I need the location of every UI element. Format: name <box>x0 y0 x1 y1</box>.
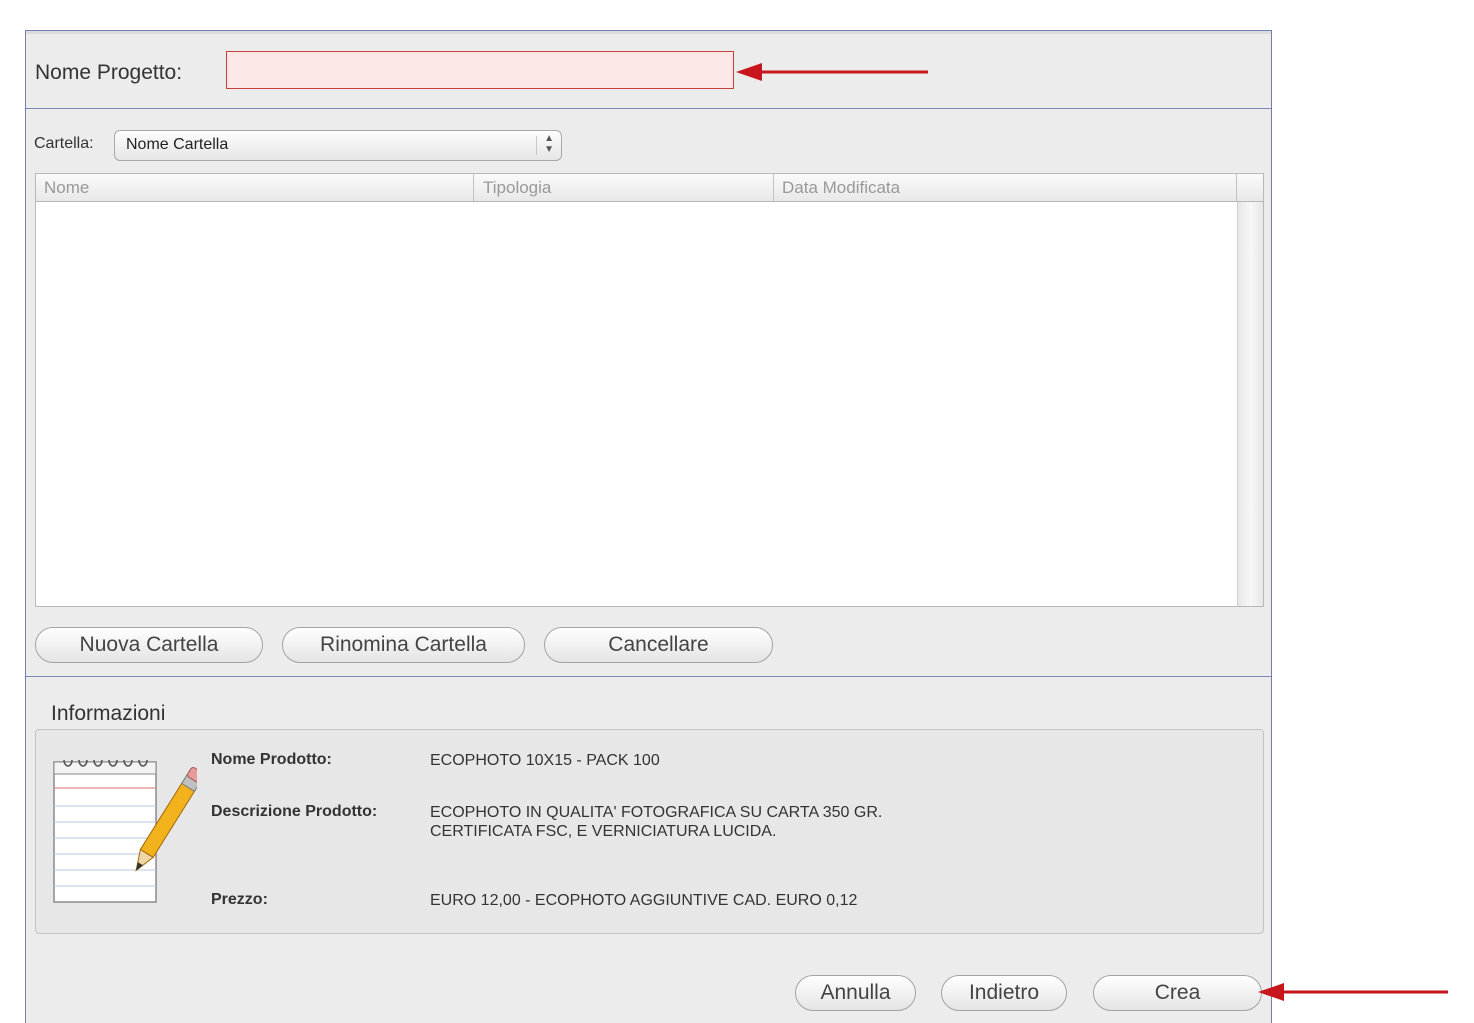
folder-label: Cartella: <box>34 135 94 152</box>
info-panel: Nome Prodotto: ECOPHOTO 10X15 - PACK 100… <box>35 729 1264 934</box>
column-header-nome[interactable]: Nome <box>44 178 89 198</box>
section-divider <box>26 676 1271 677</box>
info-section-title: Informazioni <box>51 702 166 725</box>
column-divider <box>1236 174 1237 201</box>
folder-select-value: Nome Cartella <box>126 136 229 153</box>
column-header-data-modificata[interactable]: Data Modificata <box>782 178 900 198</box>
price-value: EURO 12,00 - ECOPHOTO AGGIUNTIVE CAD. EU… <box>430 892 858 909</box>
new-folder-button[interactable]: Nuova Cartella <box>35 627 263 663</box>
price-label: Prezzo: <box>211 891 268 908</box>
project-name-label: Nome Progetto: <box>35 61 183 84</box>
column-divider <box>773 174 774 201</box>
file-table[interactable]: Nome Tipologia Data Modificata <box>35 173 1264 607</box>
rename-folder-button[interactable]: Rinomina Cartella <box>282 627 525 663</box>
project-name-input[interactable] <box>226 51 734 89</box>
product-name-value: ECOPHOTO 10X15 - PACK 100 <box>430 752 660 769</box>
create-project-dialog: Nome Progetto: Cartella: Nome Cartella ▲… <box>25 30 1272 1023</box>
product-description-line-2: CERTIFICATA FSC, E VERNICIATURA LUCIDA. <box>430 823 777 840</box>
back-button[interactable]: Indietro <box>941 975 1067 1011</box>
product-name-label: Nome Prodotto: <box>211 751 332 768</box>
notepad-pencil-icon <box>53 759 197 903</box>
create-button[interactable]: Crea <box>1093 975 1262 1011</box>
product-description-line-1: ECOPHOTO IN QUALITA' FOTOGRAFICA SU CART… <box>430 804 883 821</box>
red-arrow-icon <box>1258 983 1448 1001</box>
delete-folder-button[interactable]: Cancellare <box>544 627 773 663</box>
updown-arrows-icon: ▲ ▼ <box>544 133 554 155</box>
table-scrollbar[interactable] <box>1237 202 1263 606</box>
cancel-button[interactable]: Annulla <box>795 975 916 1011</box>
column-divider <box>473 174 474 201</box>
product-description-label: Descrizione Prodotto: <box>211 803 378 820</box>
red-arrow-icon <box>736 63 928 81</box>
folder-select[interactable]: Nome Cartella ▲ ▼ <box>114 130 562 161</box>
column-header-tipologia[interactable]: Tipologia <box>483 178 551 198</box>
project-name-row: Nome Progetto: <box>26 34 1271 109</box>
table-header: Nome Tipologia Data Modificata <box>36 174 1263 202</box>
folder-select-separator <box>536 136 537 155</box>
